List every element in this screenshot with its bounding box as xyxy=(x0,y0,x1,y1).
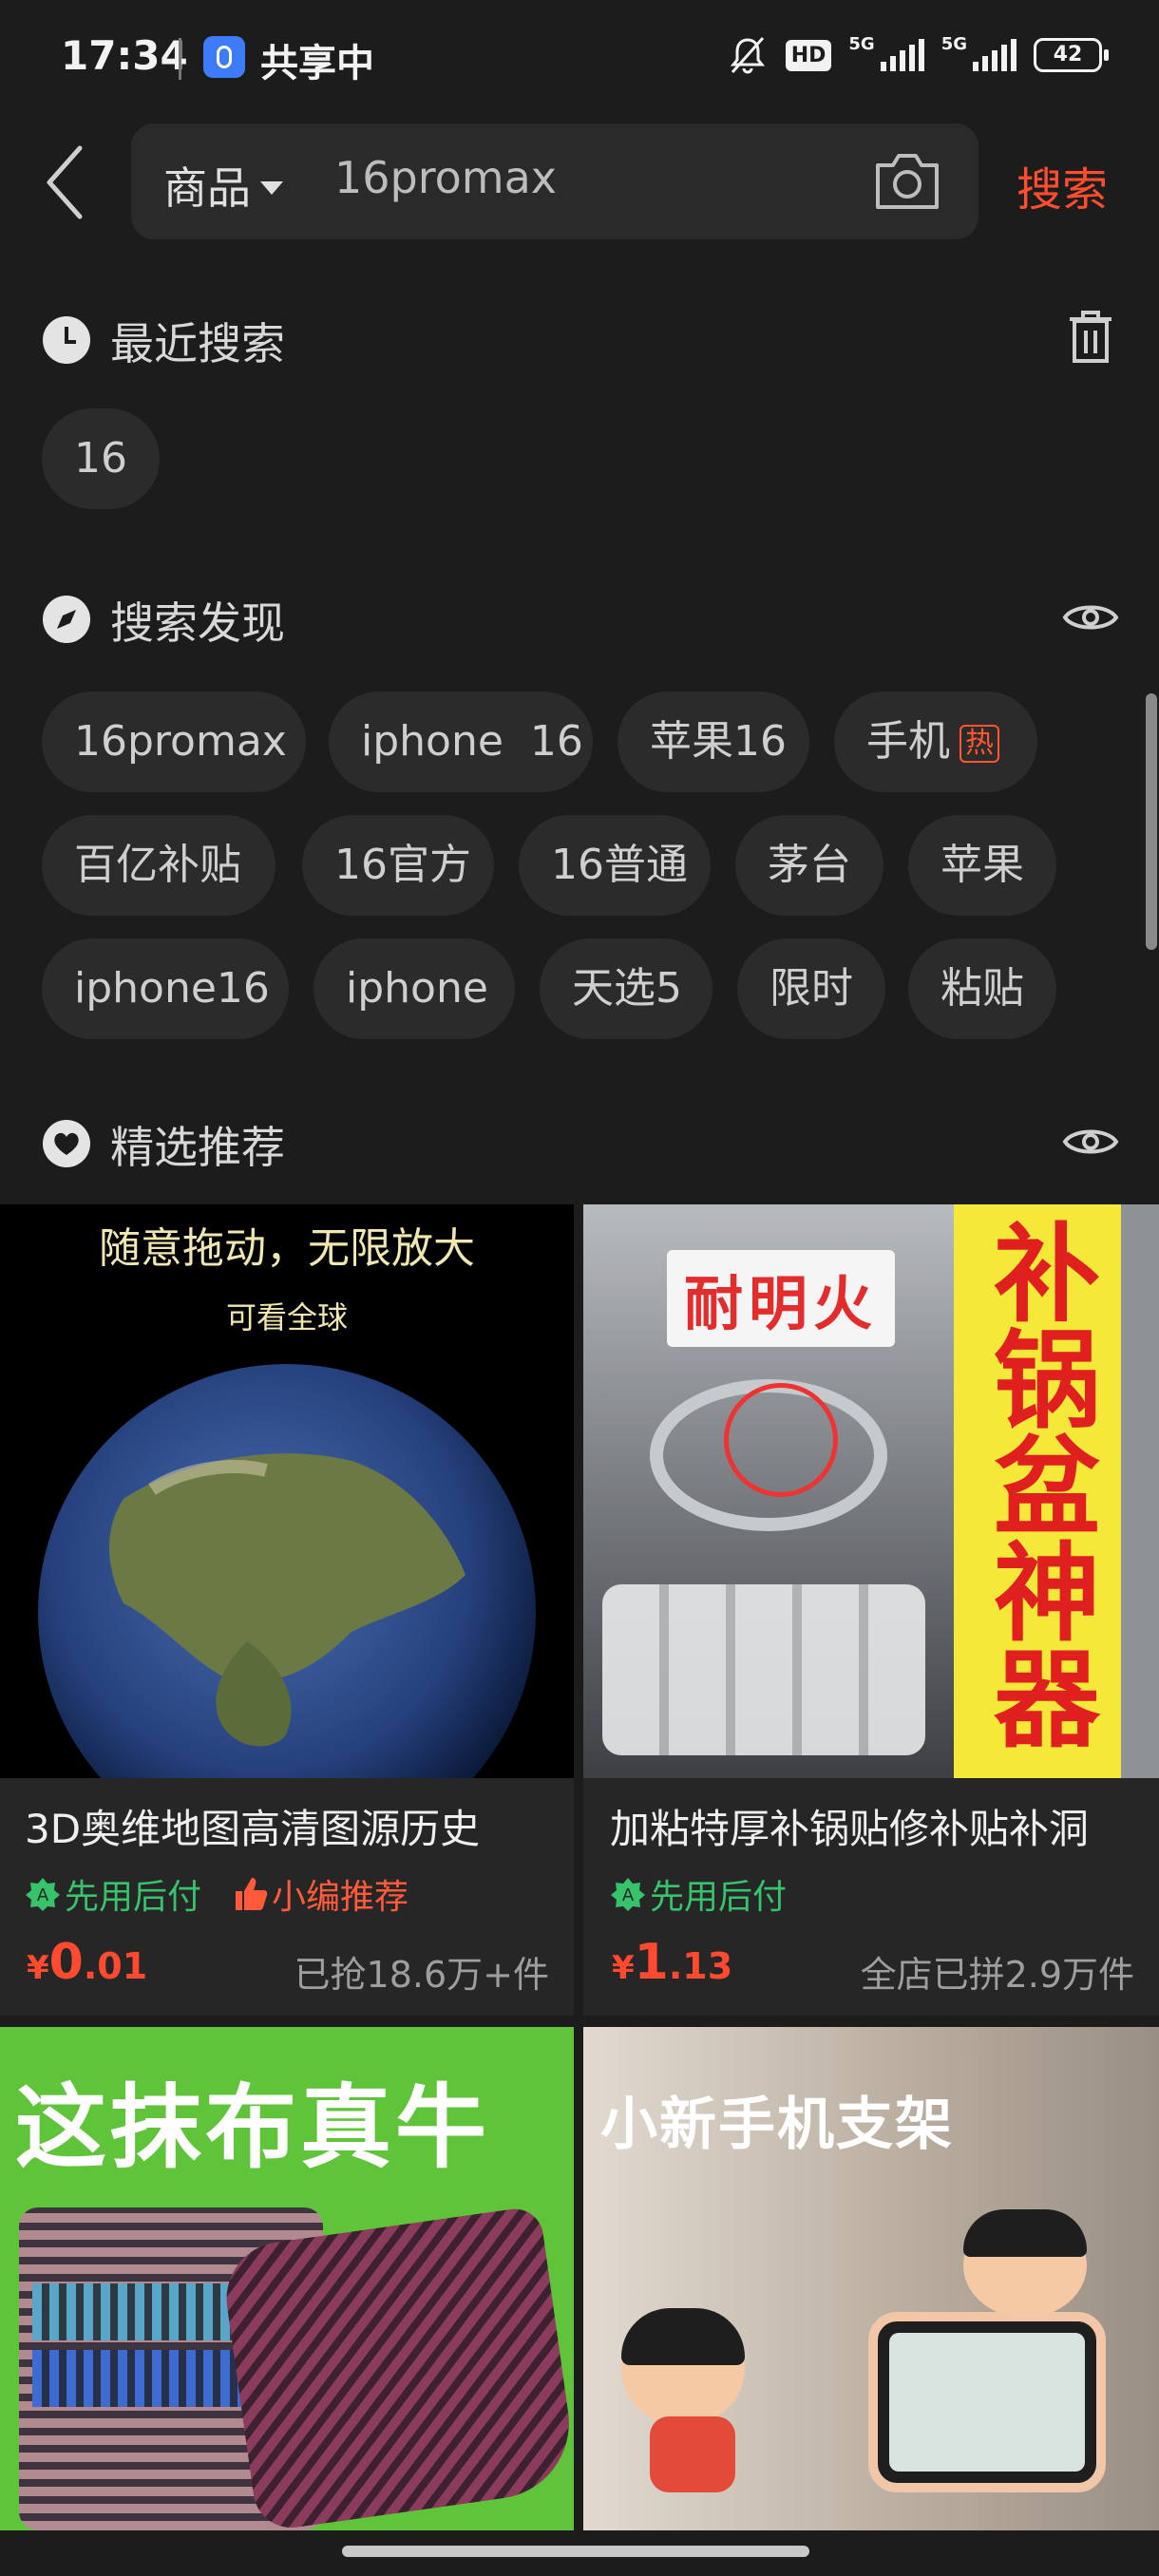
screen-share-icon xyxy=(203,36,245,78)
product-card[interactable]: 随意拖动，无限放大 可看全球 3D奥维地图高清图源历史 A 先用后付 小编推荐 … xyxy=(0,1204,574,2016)
svg-text:A: A xyxy=(37,1885,49,1905)
compass-icon xyxy=(42,595,91,648)
product-card[interactable]: 耐明火 补锅盆神器 加粘特厚补锅贴修补贴补洞 A 先用后付 ¥1.13 全店已拼… xyxy=(583,1204,1159,2016)
product-image-globe[interactable]: 随意拖动，无限放大 可看全球 xyxy=(0,1204,574,1778)
product-title: 3D奥维地图高清图源历史 xyxy=(25,1806,481,1852)
status-sharing-label: 共享中 xyxy=(260,42,374,85)
discover-chip[interactable]: 茅台 xyxy=(735,815,884,916)
discover-chip[interactable]: iphone16 xyxy=(42,938,289,1039)
status-divider xyxy=(179,38,181,80)
discover-chip[interactable]: 天选5 xyxy=(540,938,712,1039)
figure-body xyxy=(650,2416,735,2492)
pay-later-label: 先用后付 xyxy=(65,1878,202,1917)
image-caption: 随意拖动，无限放大 xyxy=(99,1224,475,1273)
search-box[interactable]: 商品 16promax xyxy=(131,123,978,239)
badge-icon: A xyxy=(611,1878,645,1911)
network-label-1: 5G xyxy=(848,34,875,54)
highlight-circle xyxy=(724,1383,838,1497)
discover-chip[interactable]: 16普通 xyxy=(519,815,711,916)
discover-title: 搜索发现 xyxy=(110,597,285,649)
discover-chip[interactable]: 16promax xyxy=(42,691,306,792)
svg-text:A: A xyxy=(622,1885,635,1905)
sold-count: 已抢18.6万+件 xyxy=(294,1954,549,1996)
discover-chip[interactable]: 16官方 xyxy=(302,815,494,916)
pay-later-tag: A 先用后付 xyxy=(25,1869,201,1919)
discover-chip[interactable]: 粘贴 xyxy=(908,938,1056,1039)
product-title: 加粘特厚补锅贴修补贴补洞 xyxy=(610,1806,1090,1852)
back-arrow-icon[interactable] xyxy=(42,142,91,222)
product-card[interactable]: 小新手机支架 xyxy=(583,2027,1159,2530)
network-label-2: 5G xyxy=(940,34,967,54)
eye-icon[interactable] xyxy=(1062,1123,1119,1161)
currency-symbol: ¥ xyxy=(27,1949,49,1987)
discover-chip[interactable]: 苹果 xyxy=(908,815,1056,916)
currency-symbol: ¥ xyxy=(612,1949,635,1987)
badge-icon: A xyxy=(26,1878,60,1911)
discover-chip[interactable]: 限时 xyxy=(737,938,885,1039)
thumbs-up-icon xyxy=(236,1878,268,1910)
status-time: 17:34 xyxy=(61,32,188,79)
status-icons: HD 5G 5G 42 xyxy=(727,34,1109,76)
towel-folded xyxy=(218,2205,574,2530)
scrollbar[interactable] xyxy=(1146,693,1157,950)
discover-chip[interactable]: iphone 16 xyxy=(329,691,593,792)
recommend-title: 精选推荐 xyxy=(110,1122,285,1173)
product-price: ¥0.01 xyxy=(27,1934,147,1991)
battery-icon: 42 xyxy=(1034,38,1109,72)
yellow-panel: 补锅盆神器 xyxy=(954,1204,1121,1778)
price-integer: 1 xyxy=(634,1934,669,1991)
product-card[interactable]: 这抹布真牛 xyxy=(0,2027,574,2530)
sold-count: 全店已拼2.9万件 xyxy=(860,1954,1134,1996)
image-caption: 这抹布真牛 xyxy=(15,2074,490,2181)
search-input[interactable]: 16promax xyxy=(334,152,557,203)
image-subcaption: 可看全球 xyxy=(225,1299,348,1335)
camera-icon[interactable] xyxy=(872,150,942,213)
phone-stand xyxy=(868,2312,1106,2492)
heart-icon xyxy=(42,1119,91,1172)
scope-label: 商品 xyxy=(163,162,251,214)
clock-icon xyxy=(42,315,91,369)
price-integer: 0 xyxy=(48,1934,84,1991)
recent-search-title: 最近搜索 xyxy=(110,318,285,369)
product-price: ¥1.13 xyxy=(612,1934,732,1991)
globe-icon xyxy=(38,1364,536,1778)
image-banner: 耐明火 xyxy=(667,1250,896,1347)
caret-down-icon xyxy=(260,181,283,195)
scope-dropdown[interactable]: 商品 xyxy=(163,154,283,217)
hd-badge: HD xyxy=(785,39,832,71)
discover-chip[interactable]: 苹果16 xyxy=(618,691,809,792)
discover-chip[interactable]: 百亿补贴 xyxy=(42,815,276,916)
pay-later-tag: A 先用后付 xyxy=(610,1869,787,1919)
editor-pick-label: 小编推荐 xyxy=(272,1878,409,1917)
hot-badge: 热 xyxy=(960,725,999,763)
image-side-text: 补锅盆神器 xyxy=(976,1218,1099,1750)
phone-screen xyxy=(889,2333,1085,2472)
bell-muted-icon xyxy=(730,37,765,74)
figure-hair-2 xyxy=(963,2209,1087,2257)
recent-chip[interactable]: 16 xyxy=(42,408,160,509)
eye-icon[interactable] xyxy=(1062,598,1119,636)
search-button[interactable]: 搜索 xyxy=(1016,152,1108,218)
patch-set xyxy=(602,1584,925,1755)
signal-icon-1 xyxy=(880,39,924,71)
price-decimal: .01 xyxy=(83,1945,148,1987)
signal-icon-2 xyxy=(973,39,1016,71)
product-image-pot[interactable]: 耐明火 补锅盆神器 xyxy=(583,1204,1159,1778)
pay-later-label: 先用后付 xyxy=(650,1878,788,1917)
discover-chip[interactable]: iphone xyxy=(314,938,515,1039)
discover-chip-label: 手机 xyxy=(866,717,950,766)
discover-chip-hot[interactable]: 手机热 xyxy=(834,691,1037,792)
price-decimal: .13 xyxy=(668,1945,733,1987)
image-caption: 小新手机支架 xyxy=(600,2092,954,2158)
editor-pick-tag: 小编推荐 xyxy=(232,1869,408,1919)
home-indicator[interactable] xyxy=(342,2546,809,2557)
trash-icon[interactable] xyxy=(1068,310,1113,365)
